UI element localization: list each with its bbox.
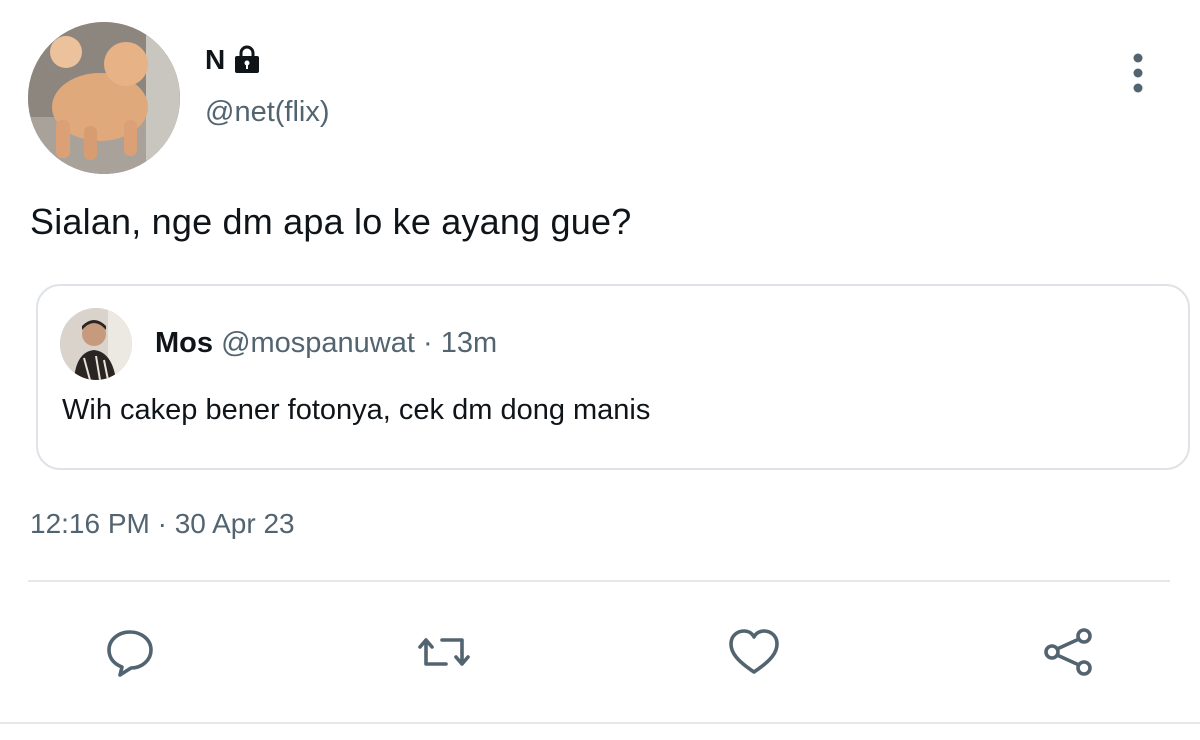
author-display-name[interactable]: N — [205, 42, 225, 78]
divider — [28, 580, 1170, 582]
quoted-tweet-card[interactable] — [36, 284, 1190, 470]
tweet-timestamp[interactable]: 12:16 PM · 30 Apr 23 — [30, 505, 295, 543]
author-handle[interactable]: @net(flix) — [205, 94, 330, 130]
meta-separator: · — [423, 327, 433, 359]
author-name[interactable]: N — [205, 42, 263, 78]
bottom-divider — [0, 722, 1200, 724]
reply-button[interactable] — [100, 622, 160, 682]
author-avatar[interactable] — [28, 22, 180, 174]
comment-icon — [107, 630, 153, 677]
share-icon — [1044, 628, 1092, 676]
lock-icon — [231, 44, 263, 76]
more-options-button[interactable] — [1118, 48, 1158, 98]
like-button[interactable] — [724, 622, 784, 682]
retweet-icon — [418, 638, 470, 666]
dog-photo-avatar — [28, 22, 180, 174]
retweet-button[interactable] — [414, 622, 474, 682]
tweet-text: Sialan, nge dm apa lo ke ayang gue? — [30, 201, 632, 242]
quoted-author-avatar[interactable] — [60, 308, 132, 380]
quoted-time-ago[interactable]: 13m — [441, 327, 497, 359]
quoted-display-name[interactable]: Mos — [155, 327, 213, 359]
person-photo-avatar — [60, 308, 132, 380]
quoted-handle[interactable]: @mospanuwat — [221, 327, 415, 359]
heart-icon — [729, 629, 779, 674]
share-button[interactable] — [1038, 622, 1098, 682]
quoted-tweet-text: Wih cakep bener fotonya, cek dm dong man… — [62, 394, 651, 426]
quoted-tweet-header: Mos @mospanuwat · 13m — [155, 324, 497, 362]
more-vertical-icon — [1133, 53, 1143, 93]
